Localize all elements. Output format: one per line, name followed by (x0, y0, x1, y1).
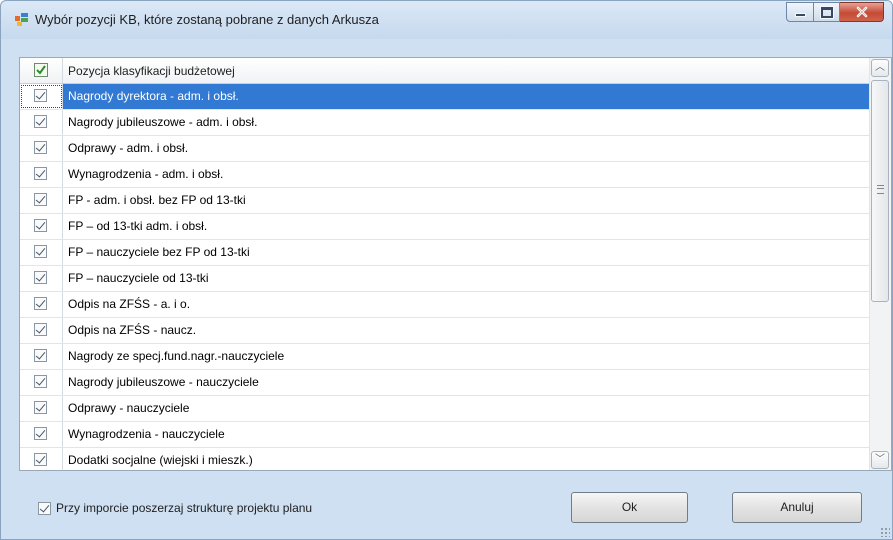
row-checkbox[interactable] (34, 245, 47, 258)
row-checkbox[interactable] (34, 89, 47, 102)
row-checkbox[interactable] (34, 453, 47, 466)
expand-structure-option[interactable]: Przy imporcie poszerzaj strukturę projek… (38, 501, 312, 515)
title-bar[interactable]: Wybór pozycji KB, które zostaną pobrane … (1, 1, 892, 39)
row-label[interactable]: Odpis na ZFŚS - a. i o. (63, 292, 870, 317)
row-label[interactable]: Nagrody jubileuszowe - nauczyciele (63, 370, 870, 395)
row-label[interactable]: FP – od 13-tki adm. i obsł. (63, 214, 870, 239)
row-checkbox-cell[interactable] (20, 344, 63, 369)
row-checkbox-cell[interactable] (20, 162, 63, 187)
row-checkbox-cell[interactable] (20, 214, 63, 239)
table-row[interactable]: FP – od 13-tki adm. i obsł. (20, 214, 870, 240)
row-checkbox-cell[interactable] (20, 292, 63, 317)
row-checkbox-cell[interactable] (20, 240, 63, 265)
row-checkbox[interactable] (34, 375, 47, 388)
row-label[interactable]: FP – nauczyciele od 13-tki (63, 266, 870, 291)
table-row[interactable]: FP – nauczyciele od 13-tki (20, 266, 870, 292)
row-checkbox[interactable] (34, 297, 47, 310)
row-checkbox-cell[interactable] (20, 318, 63, 343)
table-row[interactable]: Odpis na ZFŚS - a. i o. (20, 292, 870, 318)
row-checkbox-cell[interactable] (20, 136, 63, 161)
select-all-header[interactable] (20, 58, 63, 83)
row-checkbox-cell[interactable] (20, 396, 63, 421)
row-checkbox-cell[interactable] (20, 448, 63, 470)
row-checkbox-cell[interactable] (20, 110, 63, 135)
scroll-up-button[interactable]: ︿ (871, 59, 889, 77)
table-row[interactable]: FP - adm. i obsł. bez FP od 13-tki (20, 188, 870, 214)
caption-buttons (786, 2, 884, 22)
row-checkbox-cell[interactable] (20, 370, 63, 395)
row-checkbox[interactable] (34, 115, 47, 128)
table-row[interactable]: FP – nauczyciele bez FP od 13-tki (20, 240, 870, 266)
row-label[interactable]: Odprawy - nauczyciele (63, 396, 870, 421)
table-row[interactable]: Nagrody jubileuszowe - nauczyciele (20, 370, 870, 396)
row-checkbox[interactable] (34, 219, 47, 232)
table-row[interactable]: Wynagrodzenia - nauczyciele (20, 422, 870, 448)
grip-icon (877, 185, 884, 194)
scroll-down-button[interactable]: ﹀ (871, 451, 889, 469)
row-label[interactable]: Nagrody jubileuszowe - adm. i obsł. (63, 110, 870, 135)
row-label[interactable]: Nagrody ze specj.fund.nagr.-nauczyciele (63, 344, 870, 369)
row-checkbox[interactable] (34, 141, 47, 154)
row-checkbox-cell[interactable] (20, 84, 63, 109)
maximize-button[interactable] (814, 2, 840, 22)
row-checkbox[interactable] (34, 167, 47, 180)
grid-header: Pozycja klasyfikacji budżetowej (20, 58, 870, 84)
close-button[interactable] (840, 2, 884, 22)
expand-structure-checkbox[interactable] (38, 501, 51, 515)
table-row[interactable]: Dodatki socjalne (wiejski i mieszk.) (20, 448, 870, 470)
row-checkbox-cell[interactable] (20, 266, 63, 291)
chevron-up-icon: ︿ (875, 62, 885, 73)
row-checkbox[interactable] (34, 427, 47, 440)
dialog-window: Wybór pozycji KB, które zostaną pobrane … (0, 0, 893, 540)
row-checkbox[interactable] (34, 401, 47, 414)
column-header-position[interactable]: Pozycja klasyfikacji budżetowej (68, 64, 235, 78)
row-label[interactable]: Wynagrodzenia - nauczyciele (63, 422, 870, 447)
row-checkbox[interactable] (34, 349, 47, 362)
ok-button[interactable]: Ok (571, 492, 688, 523)
row-label[interactable]: Wynagrodzenia - adm. i obsł. (63, 162, 870, 187)
table-row[interactable]: Nagrody ze specj.fund.nagr.-nauczyciele (20, 344, 870, 370)
table-row[interactable]: Odpis na ZFŚS - naucz. (20, 318, 870, 344)
row-checkbox[interactable] (34, 323, 47, 336)
table-row[interactable]: Odprawy - nauczyciele (20, 396, 870, 422)
row-label[interactable]: Nagrody dyrektora - adm. i obsł. (63, 84, 870, 109)
chevron-down-icon: ﹀ (875, 454, 885, 465)
table-row[interactable]: Wynagrodzenia - adm. i obsł. (20, 162, 870, 188)
cancel-button[interactable]: Anuluj (732, 492, 862, 523)
table-row[interactable]: Nagrody jubileuszowe - adm. i obsł. (20, 110, 870, 136)
row-label[interactable]: FP - adm. i obsł. bez FP od 13-tki (63, 188, 870, 213)
row-checkbox[interactable] (34, 193, 47, 206)
scroll-thumb[interactable] (871, 80, 889, 302)
checkbox-checked-icon (34, 63, 48, 77)
table-row[interactable]: Nagrody dyrektora - adm. i obsł. (20, 84, 870, 110)
maximize-icon (819, 5, 834, 19)
row-label[interactable]: Odpis na ZFŚS - naucz. (63, 318, 870, 343)
row-checkbox[interactable] (34, 271, 47, 284)
table-row[interactable]: Odprawy - adm. i obsł. (20, 136, 870, 162)
expand-structure-label: Przy imporcie poszerzaj strukturę projek… (56, 501, 313, 515)
grid-rows: Nagrody dyrektora - adm. i obsł. Nagrody … (20, 84, 870, 470)
kb-positions-grid: Pozycja klasyfikacji budżetowej Nagrody … (19, 57, 892, 471)
close-icon (856, 6, 867, 18)
minimize-button[interactable] (786, 2, 814, 22)
row-label[interactable]: Odprawy - adm. i obsł. (63, 136, 870, 161)
row-label[interactable]: Dodatki socjalne (wiejski i mieszk.) (63, 448, 870, 470)
window-title: Wybór pozycji KB, które zostaną pobrane … (35, 12, 379, 27)
vertical-scrollbar[interactable]: ︿ ﹀ (869, 58, 891, 470)
app-icon (15, 13, 28, 26)
row-label[interactable]: FP – nauczyciele bez FP od 13-tki (63, 240, 870, 265)
minimize-icon (794, 13, 806, 17)
row-checkbox-cell[interactable] (20, 422, 63, 447)
resize-grip-icon[interactable] (880, 527, 890, 537)
row-checkbox-cell[interactable] (20, 188, 63, 213)
